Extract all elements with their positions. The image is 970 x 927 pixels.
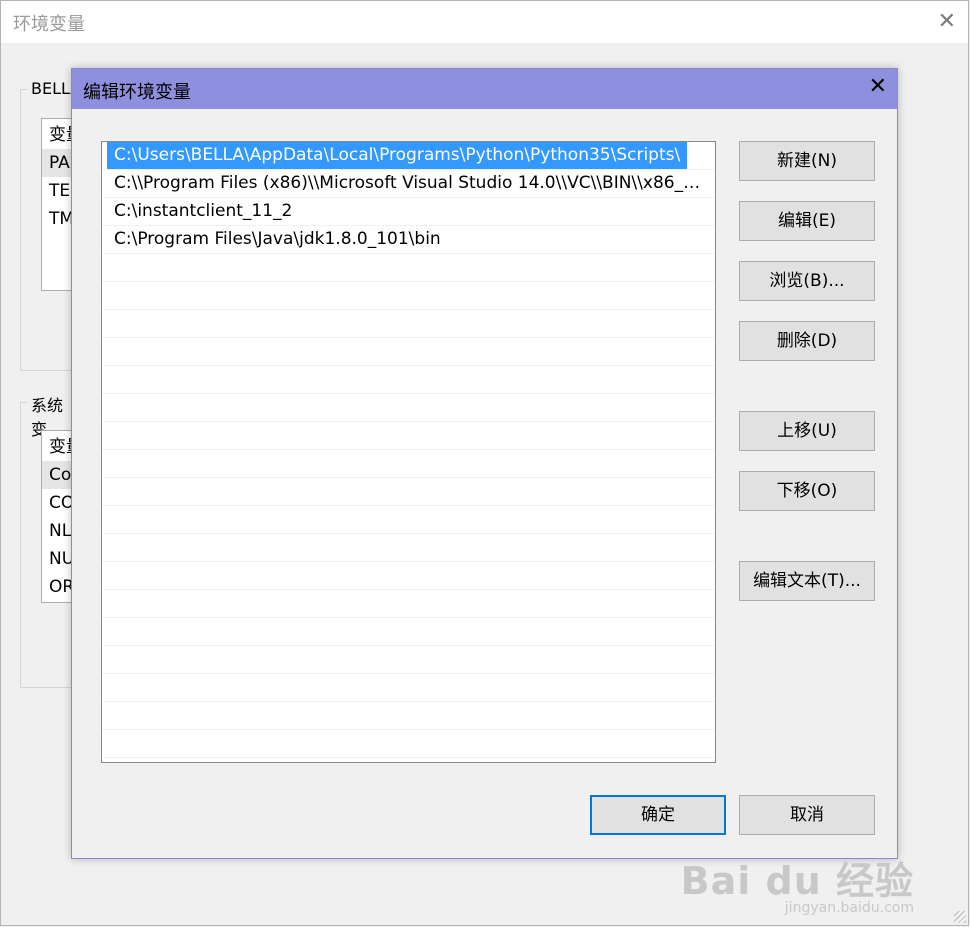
dialog-title: 编辑环境变量 bbox=[83, 82, 191, 103]
path-list-empty-row[interactable] bbox=[102, 478, 715, 506]
system-list-item[interactable]: NL bbox=[42, 517, 74, 545]
path-list[interactable]: C:\Users\BELLA\AppData\Local\Programs\Py… bbox=[101, 141, 716, 763]
edit-env-variable-dialog: 编辑环境变量 ✕ C:\Users\BELLA\AppData\Local\Pr… bbox=[71, 68, 898, 859]
cancel-button[interactable]: 取消 bbox=[739, 795, 875, 835]
path-list-empty-row[interactable] bbox=[102, 366, 715, 394]
window-title: 环境变量 bbox=[13, 14, 85, 35]
window-titlebar: 环境变量 ✕ bbox=[1, 1, 968, 43]
path-list-empty-row[interactable] bbox=[102, 282, 715, 310]
path-list-empty-row[interactable] bbox=[102, 310, 715, 338]
path-list-item[interactable]: C:\Users\BELLA\AppData\Local\Programs\Py… bbox=[102, 142, 715, 170]
system-list-item[interactable]: Co bbox=[42, 461, 74, 489]
path-list-empty-row[interactable] bbox=[102, 702, 715, 730]
path-text: C:\Program Files\Java\jdk1.8.0_101\bin bbox=[114, 229, 441, 249]
path-list-empty-row[interactable] bbox=[102, 562, 715, 590]
system-list-item[interactable]: OR bbox=[42, 573, 74, 601]
path-list-item[interactable]: C:\instantclient_11_2 bbox=[102, 198, 715, 226]
path-list-item[interactable]: C:\\Program Files (x86)\\Microsoft Visua… bbox=[102, 170, 715, 198]
dialog-close-icon[interactable]: ✕ bbox=[869, 75, 887, 99]
path-list-item[interactable]: C:\Program Files\Java\jdk1.8.0_101\bin bbox=[102, 226, 715, 254]
user-list-header[interactable]: 变量 bbox=[42, 119, 74, 149]
system-list-item[interactable]: CO bbox=[42, 489, 74, 517]
dialog-titlebar: 编辑环境变量 ✕ bbox=[72, 69, 897, 109]
system-list-item[interactable]: NU bbox=[42, 545, 74, 573]
path-text: C:\\Program Files (x86)\\Microsoft Visua… bbox=[114, 173, 715, 193]
new-button[interactable]: 新建(N) bbox=[739, 141, 875, 181]
user-list-item[interactable]: PA bbox=[42, 149, 74, 177]
path-list-empty-row[interactable] bbox=[102, 646, 715, 674]
system-variables-list[interactable]: 变量 Co CO NL NU OR bbox=[41, 430, 75, 603]
path-list-empty-row[interactable] bbox=[102, 422, 715, 450]
path-list-empty-row[interactable] bbox=[102, 730, 715, 758]
path-list-empty-row[interactable] bbox=[102, 590, 715, 618]
path-list-empty-row[interactable] bbox=[102, 618, 715, 646]
delete-button[interactable]: 删除(D) bbox=[739, 321, 875, 361]
window-close-icon[interactable]: ✕ bbox=[938, 9, 956, 34]
move-up-button[interactable]: 上移(U) bbox=[739, 411, 875, 451]
path-list-empty-row[interactable] bbox=[102, 254, 715, 282]
path-list-empty-row[interactable] bbox=[102, 394, 715, 422]
baidu-watermark: Bai du 经验 jingyan.baidu.com bbox=[680, 850, 914, 916]
baidu-logo: Bai du 经验 bbox=[680, 859, 914, 903]
edit-button[interactable]: 编辑(E) bbox=[739, 201, 875, 241]
path-list-empty-row[interactable] bbox=[102, 674, 715, 702]
path-list-empty-row[interactable] bbox=[102, 506, 715, 534]
browse-button[interactable]: 浏览(B)... bbox=[739, 261, 875, 301]
path-list-empty-row[interactable] bbox=[102, 450, 715, 478]
edit-text-button[interactable]: 编辑文本(T)... bbox=[739, 561, 875, 601]
path-text: C:\Users\BELLA\AppData\Local\Programs\Py… bbox=[107, 142, 688, 169]
user-variables-list[interactable]: 变量 PA TE TM bbox=[41, 118, 75, 291]
move-down-button[interactable]: 下移(O) bbox=[739, 471, 875, 511]
watermark-url: jingyan.baidu.com bbox=[784, 900, 914, 916]
path-list-empty-row[interactable] bbox=[102, 534, 715, 562]
resize-grip[interactable] bbox=[954, 911, 966, 923]
ok-button[interactable]: 确定 bbox=[590, 795, 726, 835]
system-list-header[interactable]: 变量 bbox=[42, 431, 74, 461]
path-text: C:\instantclient_11_2 bbox=[114, 201, 293, 221]
path-list-empty-row[interactable] bbox=[102, 338, 715, 366]
user-list-item[interactable]: TM bbox=[42, 205, 74, 233]
user-list-item[interactable]: TE bbox=[42, 177, 74, 205]
